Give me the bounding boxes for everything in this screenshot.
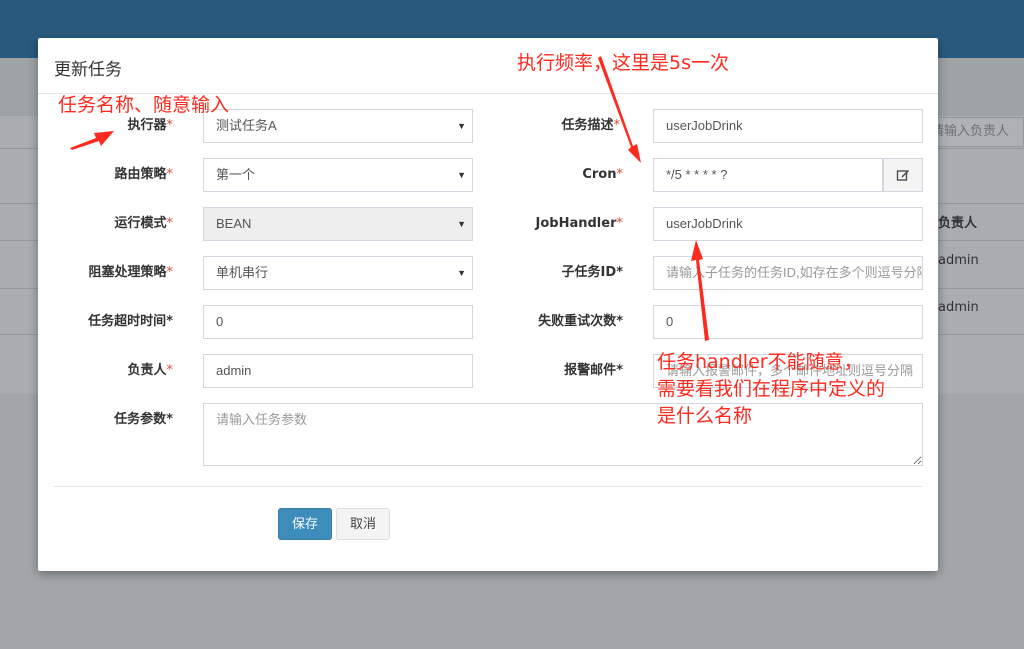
table-header-author: 负责人 xyxy=(938,216,978,231)
edit-icon xyxy=(896,170,909,181)
save-button[interactable]: 保存 xyxy=(278,508,332,540)
timeout-label: 任务超时时间* xyxy=(88,314,173,329)
route-strategy-label: 路由策略* xyxy=(114,167,173,182)
annotation-task-name: 任务名称、随意输入 xyxy=(58,94,230,116)
author-input[interactable]: admin xyxy=(203,354,473,388)
job-desc-input[interactable]: userJobDrink xyxy=(653,109,923,143)
run-mode-select: BEAN ▼ xyxy=(203,207,473,241)
job-handler-label: JobHandler* xyxy=(535,216,623,231)
fail-retry-input[interactable]: 0 xyxy=(653,305,923,339)
author-label: 负责人* xyxy=(127,363,173,378)
run-mode-label: 运行模式* xyxy=(114,216,173,231)
modal-title: 更新任务 xyxy=(54,60,122,80)
cron-input[interactable]: */5 * * * * ? xyxy=(653,158,923,192)
alarm-email-label: 报警邮件* xyxy=(564,363,623,378)
annotation-frequency: 执行频率，这里是5s一次 xyxy=(517,52,729,74)
modal-footer-divider xyxy=(54,486,922,487)
job-handler-input[interactable]: userJobDrink xyxy=(653,207,923,241)
table-cell-author: admin xyxy=(938,300,979,315)
child-job-id-label: 子任务ID* xyxy=(561,265,623,280)
caret-down-icon: ▼ xyxy=(457,219,466,229)
caret-down-icon: ▼ xyxy=(457,170,466,180)
update-job-modal: 更新任务 执行器* 测试任务A ▼ 任务描述* userJobDrink 路由策略… xyxy=(38,38,938,571)
job-desc-label: 任务描述* xyxy=(561,118,620,133)
cancel-button[interactable]: 取消 xyxy=(336,508,390,540)
block-strategy-select[interactable]: 单机串行 ▼ xyxy=(203,256,473,290)
block-strategy-label: 阻塞处理策略* xyxy=(88,265,173,280)
annotation-handler-line3: 是什么名称 xyxy=(657,405,753,427)
child-job-id-input[interactable]: 请输入子任务的任务ID,如存在多个则逗号分隔 xyxy=(653,256,923,290)
route-strategy-select[interactable]: 第一个 ▼ xyxy=(203,158,473,192)
caret-down-icon: ▼ xyxy=(457,121,466,131)
table-cell-author: admin xyxy=(938,253,979,268)
caret-down-icon: ▼ xyxy=(457,268,466,278)
job-param-label: 任务参数* xyxy=(114,412,173,427)
annotation-handler-line1: 任务handler不能随意， xyxy=(657,351,863,373)
executor-select[interactable]: 测试任务A ▼ xyxy=(203,109,473,143)
job-param-textarea[interactable] xyxy=(203,403,923,466)
cron-label: Cron* xyxy=(582,167,623,182)
timeout-input[interactable]: 0 xyxy=(203,305,473,339)
edit-cron-button[interactable] xyxy=(883,158,923,192)
fail-retry-label: 失败重试次数* xyxy=(538,314,623,329)
annotation-handler-line2: 需要看我们在程序中定义的 xyxy=(657,378,886,400)
